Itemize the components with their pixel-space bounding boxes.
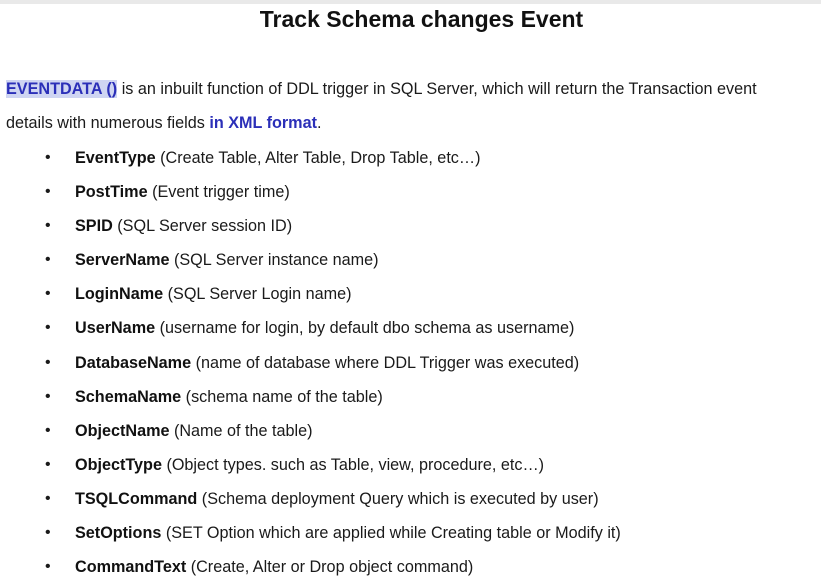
bullet-icon: • <box>45 421 51 439</box>
field-desc: (Event trigger time) <box>147 183 290 202</box>
field-desc: (schema name of the table) <box>181 387 383 406</box>
field-desc: (name of database where DDL Trigger was … <box>191 353 580 372</box>
field-desc: (Create Table, Alter Table, Drop Table, … <box>155 149 481 167</box>
bullet-icon: • <box>45 149 51 166</box>
page-title: Track Schema changes Event <box>259 6 584 32</box>
field-name: SetOptions <box>75 524 162 543</box>
bullet-icon: • <box>45 217 51 235</box>
field-desc: (Object types. such as Table, view, proc… <box>161 455 545 474</box>
bullet-icon: • <box>45 183 51 201</box>
field-name: ObjectType <box>75 455 162 474</box>
xml-format-highlight: in XML format <box>209 114 317 132</box>
field-name: EventType <box>75 149 156 167</box>
bullet-icon: • <box>45 251 51 269</box>
field-desc: (SET Option which are applied while Crea… <box>161 524 621 543</box>
field-desc: (username for login, by default dbo sche… <box>155 319 575 338</box>
field-name: CommandText <box>75 558 187 577</box>
intro-line-2: details with numerous fields in XML form… <box>6 106 818 140</box>
field-desc: (Create, Alter or Drop object command) <box>186 558 474 577</box>
field-desc: (Schema deployment Query which is execut… <box>197 489 599 508</box>
field-name: ServerName <box>75 251 170 270</box>
field-name: ObjectName <box>75 421 170 440</box>
bullet-icon: • <box>45 285 51 303</box>
intro-paragraph: EVENTDATA () is an inbuilt function of D… <box>6 72 818 140</box>
bullet-icon: • <box>45 353 51 371</box>
field-name: TSQLCommand <box>75 489 198 508</box>
intro-line-1: EVENTDATA () is an inbuilt function of D… <box>6 72 818 106</box>
intro-text-2: details with numerous fields <box>6 114 210 132</box>
field-name: SPID <box>75 217 113 236</box>
field-name: SchemaName <box>75 387 182 406</box>
bullet-icon: • <box>45 489 51 507</box>
field-desc: (Name of the table) <box>169 421 313 440</box>
bullet-icon: • <box>45 558 51 576</box>
bullet-icon: • <box>45 319 51 337</box>
field-name: DatabaseName <box>75 353 192 372</box>
eventdata-keyword: EVENTDATA () <box>6 80 118 98</box>
bullet-icon: • <box>45 455 51 473</box>
bullet-icon: • <box>45 524 51 542</box>
field-name: LoginName <box>75 285 164 304</box>
intro-text-1: is an inbuilt function of DDL trigger in… <box>117 80 757 98</box>
bullet-icon: • <box>45 387 51 405</box>
field-desc: (SQL Server instance name) <box>169 251 379 270</box>
field-name: UserName <box>75 319 156 338</box>
field-name: PostTime <box>75 183 148 202</box>
field-desc: (SQL Server session ID) <box>112 217 293 236</box>
top-divider <box>0 0 821 4</box>
field-desc: (SQL Server Login name) <box>163 285 352 304</box>
intro-text-3: . <box>316 114 322 132</box>
